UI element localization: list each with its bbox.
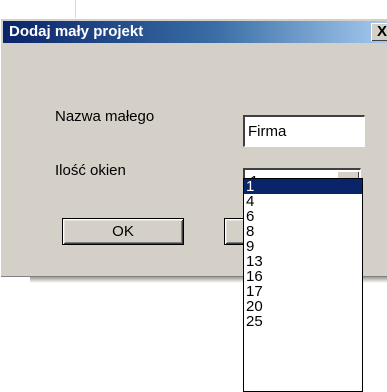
dropdown-option[interactable]: 20 [244,299,362,314]
screen: Dodaj mały projekt X Nazwa małego Ilość … [0,0,387,392]
close-icon: X [376,23,387,40]
dropdown-option[interactable]: 9 [244,239,362,254]
dialog-title: Dodaj mały projekt [9,23,144,40]
dropdown-option[interactable]: 25 [244,314,362,329]
title-bar[interactable]: Dodaj mały projekt X [3,21,387,43]
close-button[interactable]: X [371,23,387,41]
dropdown-option[interactable]: 8 [244,224,362,239]
dropdown-option[interactable]: 1 [244,179,362,194]
dropdown-option[interactable]: 6 [244,209,362,224]
background-divider [75,0,76,18]
ok-button[interactable]: OK [62,218,184,245]
name-label: Nazwa małego [55,108,155,125]
dropdown-option[interactable]: 16 [244,269,362,284]
dropdown-option[interactable]: 4 [244,194,362,209]
name-input[interactable] [243,115,365,147]
windows-count-label: Ilość okien [55,162,126,179]
dropdown-option[interactable]: 17 [244,284,362,299]
windows-count-dropdown-list[interactable]: 1 4 6 8 9 13 16 17 20 25 [243,178,363,392]
dropdown-option[interactable]: 13 [244,254,362,269]
